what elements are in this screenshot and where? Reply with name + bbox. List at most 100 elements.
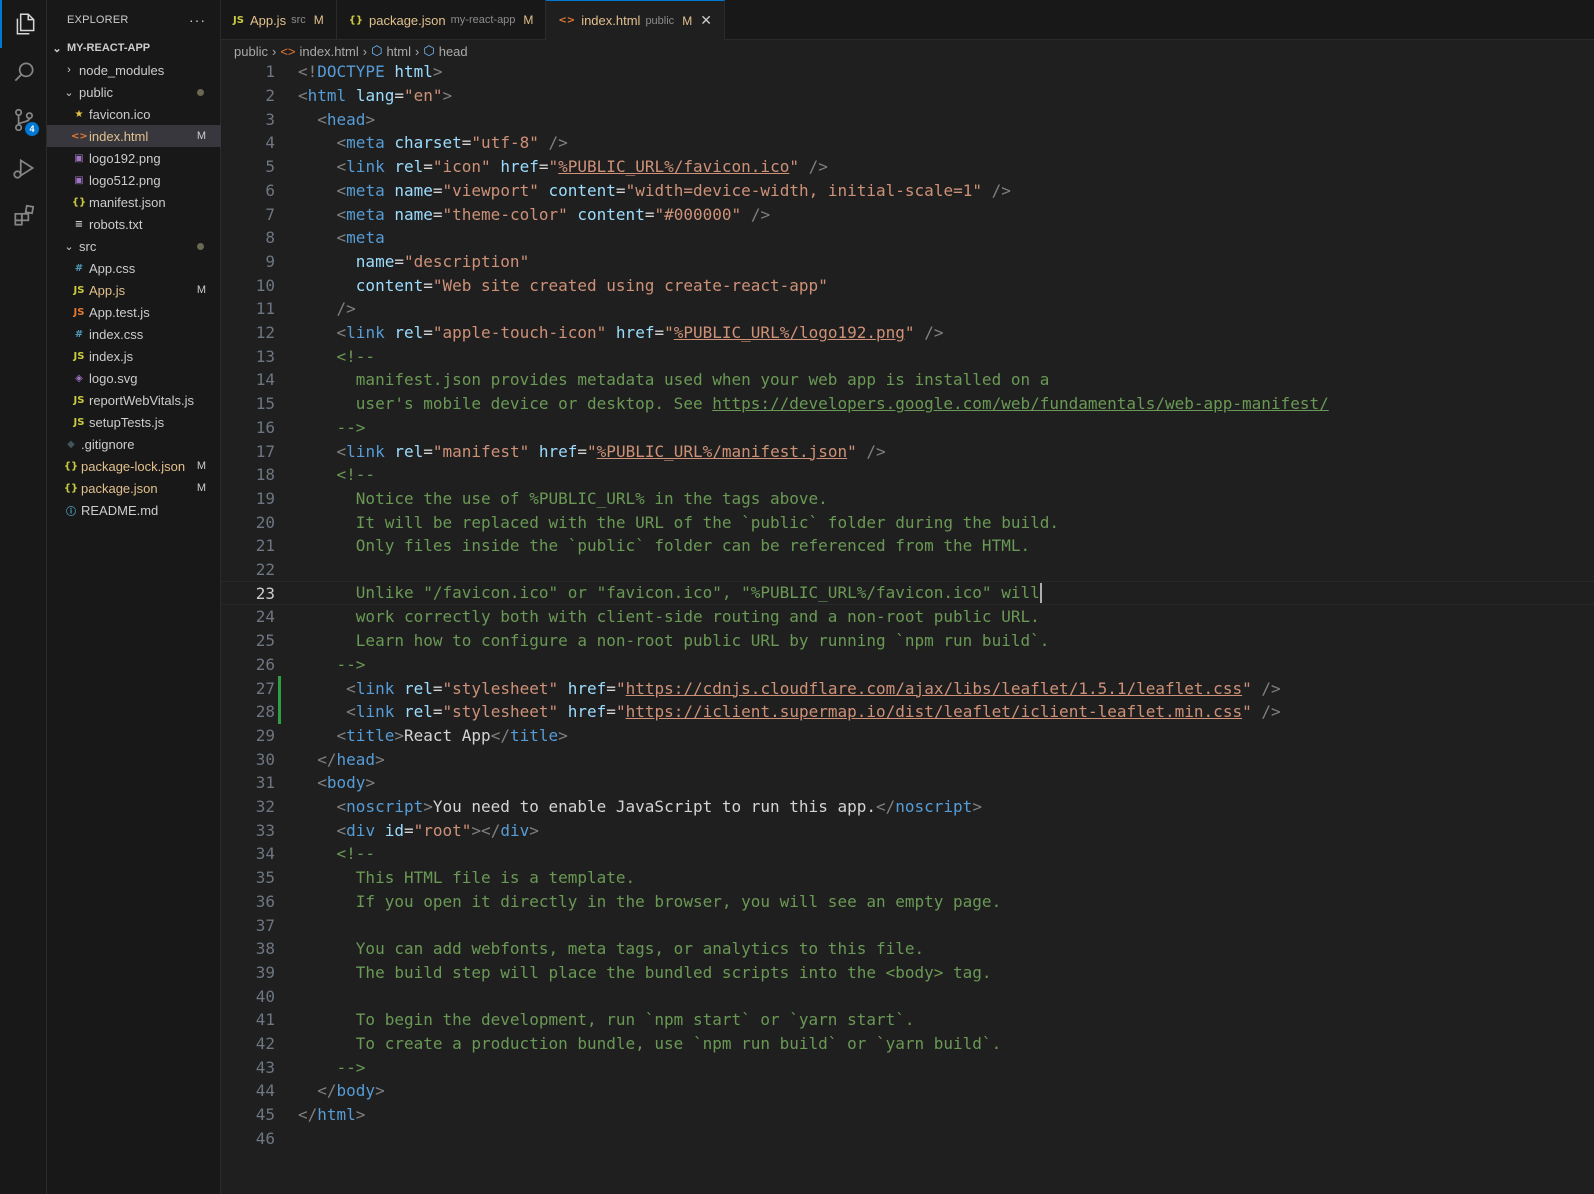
file-item[interactable]: JS setupTests.js [47, 411, 221, 433]
code-line: 26 --> [221, 653, 1594, 677]
chevron-right-icon: › [362, 43, 368, 59]
code-token: = [432, 678, 443, 698]
code-token: The build step will place the bundled sc… [298, 962, 992, 982]
line-number: 46 [255, 1128, 275, 1148]
code-token: < [336, 441, 347, 461]
file-item[interactable]: JS reportWebVitals.js [47, 389, 221, 411]
code-token: " [1242, 678, 1252, 698]
code-token: /> [1261, 678, 1281, 698]
code-token: "en" [403, 86, 443, 106]
code-token: = [577, 441, 588, 461]
file-item[interactable]: {} manifest.json [47, 191, 221, 213]
editor-tab[interactable]: <> index.html public M ✕ [546, 0, 725, 40]
code-editor[interactable]: 1 <!DOCTYPE html> 2 <html lang="en"> 3 <head… [221, 60, 1594, 1194]
line-code: user's mobile device or desktop. See htt… [298, 394, 1329, 413]
image-file-icon: ▣ [74, 174, 84, 186]
file-item[interactable]: {} package-lock.json M [47, 455, 221, 477]
folder-item[interactable]: › node_modules [47, 59, 221, 81]
line-code: <meta name="theme-color" content="#00000… [298, 204, 771, 224]
source-control-icon[interactable]: 4 [0, 96, 47, 144]
run-debug-icon[interactable] [0, 144, 47, 192]
more-actions-icon[interactable]: ··· [189, 12, 206, 28]
workspace-root[interactable]: ⌄ MY-REACT-APP [47, 37, 221, 59]
line-code: <meta name="viewport" content="width=dev… [298, 181, 1011, 200]
file-item[interactable]: ★ favicon.ico [47, 103, 221, 125]
file-item[interactable]: ▣ logo512.png [47, 169, 221, 191]
code-token: = [423, 157, 433, 177]
code-line: 46 [221, 1127, 1594, 1151]
file-item[interactable]: # App.css [47, 257, 221, 279]
line-number: 4 [265, 133, 275, 153]
file-item[interactable]: JS App.js M [47, 279, 221, 301]
explorer-icon[interactable] [0, 0, 47, 48]
code-token: /> [548, 133, 568, 153]
code-token: /> [924, 323, 944, 343]
code-token: If you open it directly in the browser, … [298, 891, 1002, 911]
code-line: 10 content="Web site created using creat… [221, 273, 1594, 297]
code-token: title [346, 725, 395, 745]
folder-item[interactable]: ⌄ src [47, 235, 221, 257]
breadcrumb-item[interactable]: index.html [300, 44, 359, 59]
code-token: "Web site created using create-react-app… [432, 275, 828, 295]
code-token: < [336, 228, 347, 248]
code-token: /> [808, 157, 828, 177]
modified-dot-icon [197, 88, 204, 96]
line-code: The build step will place the bundled sc… [298, 963, 992, 982]
line-code: <!-- [298, 347, 376, 366]
line-number: 42 [255, 1034, 275, 1054]
code-token: content [577, 204, 645, 224]
code-token: "icon" [432, 157, 491, 177]
code-token: Notice the use of %PUBLIC_URL% in the ta… [298, 488, 828, 508]
modified-dot-icon [197, 242, 204, 250]
code-token: = [606, 678, 616, 698]
css-file-icon: # [74, 328, 84, 340]
code-line: 30 </head> [221, 747, 1594, 771]
editor-tab[interactable]: {} package.json my-react-app M [337, 0, 547, 40]
file-item[interactable]: ⓘ README.md [47, 499, 221, 521]
code-token: "stylesheet" [442, 702, 559, 722]
file-item[interactable]: ◆ .gitignore [47, 433, 221, 455]
extensions-icon[interactable] [0, 192, 47, 240]
line-number: 32 [255, 797, 275, 817]
breadcrumb-item[interactable]: public [234, 44, 268, 59]
file-item[interactable]: JS App.test.js [47, 301, 221, 323]
folder-item[interactable]: ⌄ public [47, 81, 221, 103]
chevron-right-icon: › [271, 43, 277, 59]
code-token: "#000000" [654, 204, 742, 224]
file-item[interactable]: ◈ logo.svg [47, 367, 221, 389]
code-token: head [336, 749, 376, 769]
editor-tab[interactable]: JS App.js src M [221, 0, 337, 40]
file-item[interactable]: JS index.js [47, 345, 221, 367]
code-line: 21 Only files inside the `public` folder… [221, 534, 1594, 558]
line-code: <meta [298, 228, 385, 247]
explorer-title: EXPLORER [67, 14, 129, 26]
code-token: > [442, 86, 453, 106]
code-token: --> [298, 1057, 366, 1077]
line-code: If you open it directly in the browser, … [298, 892, 1001, 911]
code-line: 17 <link rel="manifest" href="%PUBLIC_UR… [221, 439, 1594, 463]
line-code: <head> [298, 110, 375, 129]
file-label: robots.txt [89, 216, 143, 232]
file-type-icon: {} [348, 14, 363, 26]
code-token: </ [298, 1105, 318, 1125]
file-item[interactable]: ▣ logo192.png [47, 147, 221, 169]
file-item[interactable]: ≡ robots.txt [47, 213, 221, 235]
breadcrumb-item[interactable]: head [439, 44, 468, 59]
file-item[interactable]: <> index.html M [47, 125, 221, 147]
file-item[interactable]: # index.css [47, 323, 221, 345]
close-icon[interactable]: ✕ [700, 12, 712, 29]
code-token: /> [1261, 702, 1281, 722]
search-icon[interactable] [0, 48, 47, 96]
chevron-down-icon: ⌄ [64, 240, 74, 253]
code-token: /> [991, 180, 1011, 200]
breadcrumb-item[interactable]: html [386, 44, 411, 59]
code-token: rel [394, 157, 424, 177]
file-item[interactable]: {} package.json M [47, 477, 221, 499]
